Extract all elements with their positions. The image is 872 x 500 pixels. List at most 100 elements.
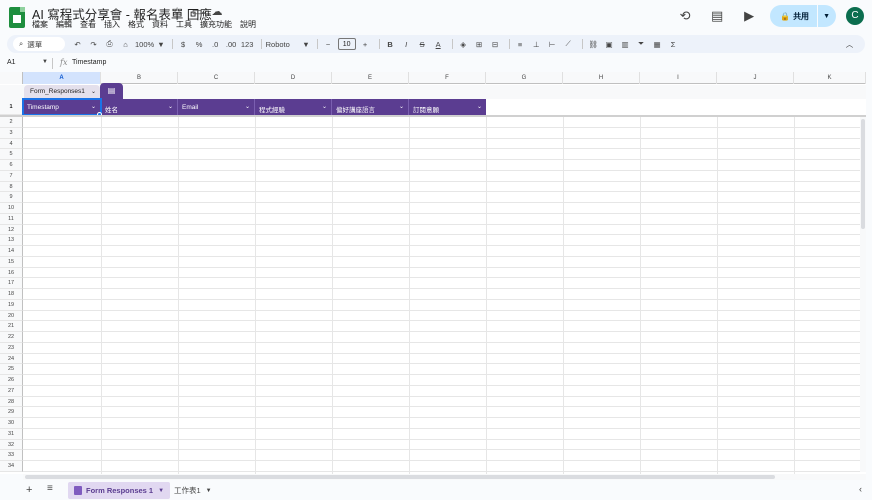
avatar[interactable]: C [846,7,864,25]
print-icon[interactable]: ⎙ [103,37,116,51]
formula-input[interactable]: Timestamp [72,59,106,66]
number-format-button[interactable]: 123 [241,37,254,51]
column-header-h[interactable]: H [563,72,640,84]
column-header-d[interactable]: D [255,72,332,84]
meet-icon[interactable]: ▶ [738,5,760,27]
menu-insert[interactable]: 插入 [104,19,120,30]
bold-button[interactable]: B [384,37,397,51]
column-header-c[interactable]: C [178,72,255,84]
row-header-16[interactable]: 16 [0,267,23,279]
row-header-4[interactable]: 4 [0,138,23,150]
row-header-31[interactable]: 31 [0,428,23,440]
row-header-17[interactable]: 17 [0,278,23,289]
scroll-thumb[interactable] [861,119,865,229]
merge-cells-icon[interactable]: ⊟ [489,37,502,51]
row-header-22[interactable]: 22 [0,332,23,343]
table-header-subscribe[interactable]: 訂閱意願 ⌄ [409,99,486,115]
increase-font-size-icon[interactable]: + [359,37,372,51]
add-sheet-icon[interactable]: + [26,484,32,496]
select-all-corner[interactable] [0,72,23,84]
vertical-align-icon[interactable]: ⊥ [530,37,543,51]
vertical-scrollbar[interactable] [860,117,866,472]
font-size-input[interactable]: 10 [337,38,356,50]
row-header-34[interactable]: 34 [0,461,23,472]
row-header-29[interactable]: 29 [0,407,23,418]
increase-decimal-button[interactable]: .00 [225,37,238,51]
column-header-j[interactable]: J [717,72,794,84]
currency-format-button[interactable]: $ [177,37,190,51]
row-header-12[interactable]: 12 [0,224,23,236]
row-header-1[interactable]: 1 [0,99,23,115]
version-history-icon[interactable]: ⟲ [674,5,696,27]
menu-edit[interactable]: 編輯 [56,19,72,30]
row-header-28[interactable]: 28 [0,396,23,408]
collapse-sidebar-icon[interactable]: ‹ [859,484,862,494]
row-header-26[interactable]: 26 [0,375,23,386]
row-header-7[interactable]: 7 [0,170,23,182]
menu-extensions[interactable]: 擴充功能 [200,19,232,30]
row-header-13[interactable]: 13 [0,235,23,246]
italic-button[interactable]: I [400,37,413,51]
row-header-27[interactable]: 27 [0,385,23,397]
table-header-name[interactable]: 姓名 ⌄ [101,99,178,115]
borders-icon[interactable]: ⊞ [473,37,486,51]
column-header-e[interactable]: E [332,72,409,84]
filter-views-icon[interactable]: ▦ [651,37,664,51]
insert-comment-icon[interactable]: ▣ [603,37,616,51]
cell-gridlines[interactable] [23,117,866,474]
strikethrough-button[interactable]: S [416,37,429,51]
name-box[interactable]: A1 [7,59,16,66]
move-folder-icon[interactable]: ▭ [190,5,204,19]
chevron-down-icon[interactable]: ▼ [42,59,48,65]
column-header-f[interactable]: F [409,72,486,84]
menu-format[interactable]: 格式 [128,19,144,30]
menu-data[interactable]: 資料 [152,19,168,30]
chevron-down-icon[interactable]: ▼ [823,13,830,20]
row-header-2[interactable]: 2 [0,117,23,128]
sheet-grid[interactable]: A B C D E F G H I J K Form_Responses1 ⌄ … [0,72,866,474]
decrease-font-size-icon[interactable]: − [322,37,335,51]
percent-format-button[interactable]: % [193,37,206,51]
text-color-button[interactable]: A [432,37,445,51]
cloud-status-icon[interactable]: ☁ [210,5,224,19]
row-header-32[interactable]: 32 [0,439,23,451]
filter-icon[interactable]: ⏷ [635,37,648,51]
share-button[interactable]: 🔒 共用 ▼ [770,5,836,27]
row-header-15[interactable]: 15 [0,256,23,268]
collapse-toolbar-icon[interactable]: ︿ [843,37,856,51]
table-name-tab[interactable]: Form_Responses1 ⌄ [24,85,100,99]
menu-tools[interactable]: 工具 [176,19,192,30]
sheets-logo-icon[interactable] [9,7,25,28]
chevron-down-icon[interactable]: ▼ [158,488,164,494]
functions-button[interactable]: Σ [667,37,680,51]
redo-icon[interactable]: ↷ [87,37,100,51]
menu-help[interactable]: 說明 [240,19,256,30]
menu-search[interactable]: ⌕ 選單 [13,37,65,51]
insert-link-icon[interactable]: ⛓ [587,37,600,51]
text-rotation-icon[interactable]: ⟋ [562,37,575,51]
row-header-8[interactable]: 8 [0,181,23,193]
table-header-language[interactable]: 偏好講座語言 ⌄ [332,99,409,115]
sheet-tab-sheet1[interactable]: 工作表1 ▼ [168,482,218,499]
row-header-14[interactable]: 14 [0,246,23,257]
paint-format-icon[interactable]: ⌂ [119,37,132,51]
scroll-thumb[interactable] [25,475,775,479]
row-header-9[interactable]: 9 [0,192,23,203]
row-header-20[interactable]: 20 [0,310,23,322]
sheet-tab-form-responses[interactable]: Form Responses 1 ▼ [68,482,171,499]
row-header-25[interactable]: 25 [0,364,23,375]
insert-chart-icon[interactable]: ▥ [619,37,632,51]
row-header-33[interactable]: 33 [0,450,23,461]
comments-icon[interactable]: ▤ [706,5,728,27]
undo-icon[interactable]: ↶ [71,37,84,51]
column-header-a[interactable]: A [23,72,101,84]
row-header-3[interactable]: 3 [0,127,23,139]
horizontal-align-icon[interactable]: ≡ [514,37,527,51]
menu-file[interactable]: 檔案 [32,19,48,30]
chevron-down-icon[interactable]: ⌄ [91,88,96,95]
table-header-email[interactable]: Email ⌄ [178,99,255,115]
row-header-19[interactable]: 19 [0,299,23,311]
table-options-icon[interactable]: ▤ [100,83,123,99]
fill-color-icon[interactable]: ◈ [457,37,470,51]
star-icon[interactable]: ☆ [170,5,184,19]
